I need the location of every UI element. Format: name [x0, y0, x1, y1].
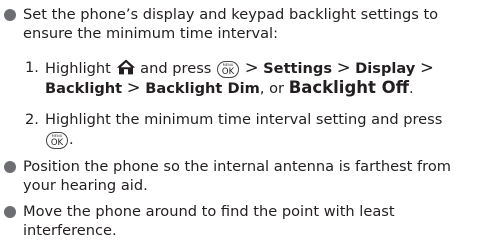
bullet3-line2: interference. — [23, 222, 117, 239]
menu-ok-key-icon: MENU OK — [46, 131, 68, 149]
bullet1-line2: ensure the minimum time interval: — [23, 25, 279, 42]
step2-line1: Highlight the minimum time interval sett… — [45, 111, 443, 128]
bullet-marker — [4, 9, 16, 21]
step1-mid: and press — [140, 60, 212, 77]
bullet1-line1: Set the phone’s display and keypad backl… — [23, 6, 439, 23]
bullet3-line1: Move the phone around to find the point … — [23, 203, 395, 220]
step2-end: . — [69, 131, 74, 148]
menu-settings: Settings — [263, 60, 333, 77]
menu-backlight-off: Backlight Off — [288, 78, 410, 97]
path-separator: > — [244, 58, 259, 77]
step2-line2: MENU OK . — [45, 130, 74, 150]
menu-backlight: Backlight — [45, 80, 123, 97]
step1-pre: Highlight — [45, 60, 111, 77]
path-separator: > — [419, 58, 434, 77]
path-separator: > — [336, 58, 351, 77]
bullet-marker — [4, 161, 16, 173]
step1-number: 1. — [25, 59, 39, 76]
path-separator: > — [126, 78, 141, 97]
menu-ok-key-label: OK — [221, 66, 235, 77]
step1-or: , or — [259, 80, 285, 97]
menu-ok-key-icon: MENU OK — [217, 60, 240, 78]
step1-end: . — [409, 80, 414, 97]
bullet2-line1: Position the phone so the internal anten… — [23, 158, 451, 175]
menu-display: Display — [355, 60, 416, 77]
menu-backlight-dim: Backlight Dim — [145, 80, 260, 97]
bullet-marker — [4, 206, 16, 218]
step2-number: 2. — [25, 111, 39, 128]
menu-ok-key-label: OK — [50, 137, 64, 148]
step1-line2: Backlight > Backlight Dim, or Backlight … — [45, 79, 414, 98]
bullet2-line2: your hearing aid. — [23, 177, 148, 194]
